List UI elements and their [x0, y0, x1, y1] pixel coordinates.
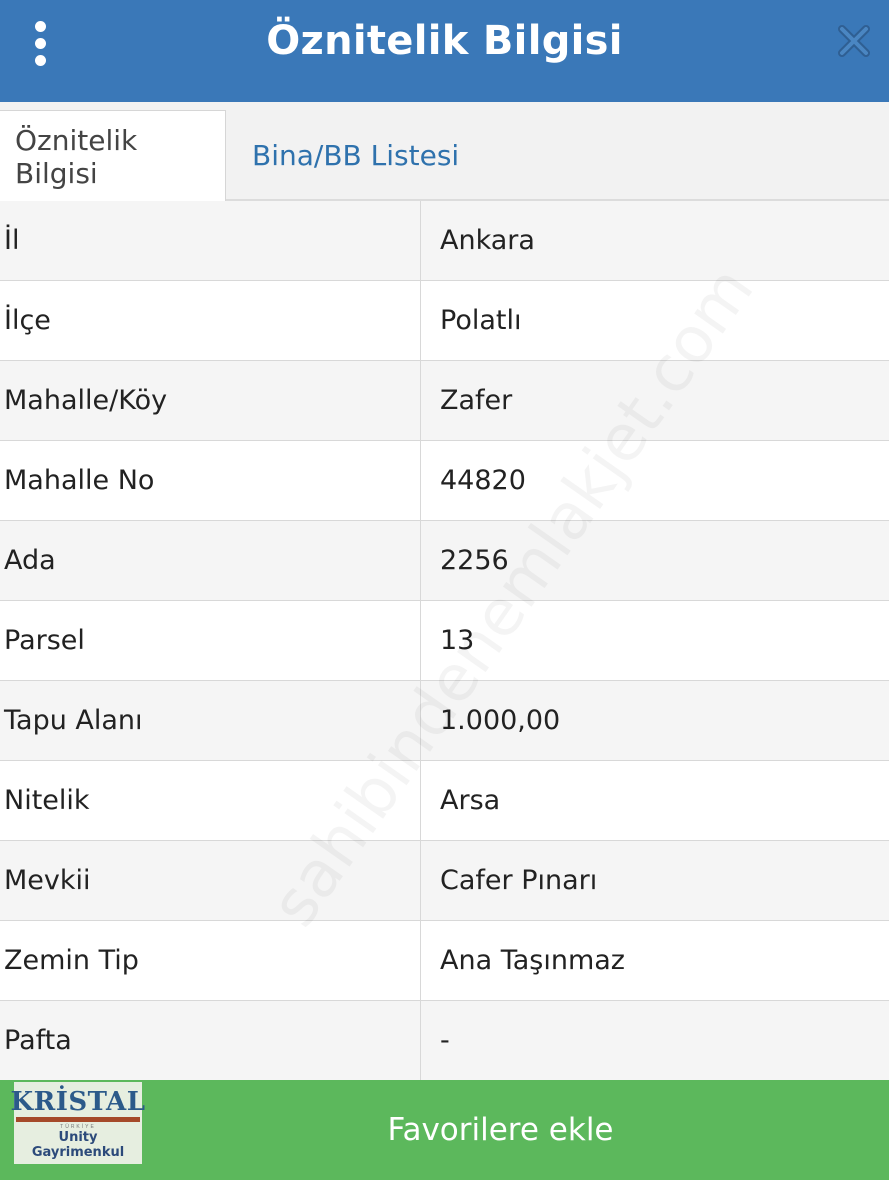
attribute-key: İlçe	[0, 281, 421, 360]
attribute-key: Mahalle No	[0, 441, 421, 520]
attribute-value: Arsa	[440, 785, 501, 816]
attribute-key: Ada	[0, 521, 421, 600]
attribute-key: Mevkii	[0, 841, 421, 920]
logo-brand: KRİSTAL	[10, 1087, 146, 1117]
tab-bina-bb-listesi[interactable]: Bina/BB Listesi	[252, 110, 459, 201]
app-header: Öznitelik Bilgisi	[0, 0, 889, 102]
attribute-key: Pafta	[0, 1001, 421, 1080]
tab-bar: Öznitelik Bilgisi Bina/BB Listesi	[0, 102, 889, 203]
attribute-value: Ana Taşınmaz	[440, 945, 625, 976]
attribute-key: Mahalle/Köy	[0, 361, 421, 440]
tab-oznitelik-bilgisi[interactable]: Öznitelik Bilgisi	[0, 110, 226, 203]
attribute-key: İl	[0, 201, 421, 280]
table-row: Mahalle No 44820	[0, 441, 889, 521]
attribute-key: Parsel	[0, 601, 421, 680]
add-to-favorites-button[interactable]: Favorilere ekle	[142, 1080, 889, 1180]
table-row: Mahalle/Köy Zafer	[0, 361, 889, 441]
attribute-value: 13	[440, 625, 475, 656]
table-row: Nitelik Arsa	[0, 761, 889, 841]
close-icon[interactable]	[835, 22, 873, 60]
attribute-value: Zafer	[440, 385, 513, 416]
attribute-key: Zemin Tip	[0, 921, 421, 1000]
attribute-key: Tapu Alanı	[0, 681, 421, 760]
attribute-table: İl Ankara İlçe Polatlı Mahalle/Köy Zafer…	[0, 201, 889, 1081]
table-row: İlçe Polatlı	[0, 281, 889, 361]
attribute-value: Cafer Pınarı	[440, 865, 598, 896]
kristal-logo: KRİSTAL TÜRKİYE Unity Gayrimenkul	[10, 1082, 145, 1164]
attribute-value: -	[440, 1025, 450, 1056]
table-row: İl Ankara	[0, 201, 889, 281]
logo-line1: Unity	[58, 1130, 98, 1145]
footer-bar: KRİSTAL TÜRKİYE Unity Gayrimenkul Favori…	[0, 1080, 889, 1180]
attribute-value: Polatlı	[440, 305, 522, 336]
logo-line2: Gayrimenkul	[31, 1145, 125, 1160]
table-row: Zemin Tip Ana Taşınmaz	[0, 921, 889, 1001]
attribute-value: 2256	[440, 545, 509, 576]
attribute-value: Ankara	[440, 225, 535, 256]
table-row: Mevkii Cafer Pınarı	[0, 841, 889, 921]
logo-divider	[16, 1117, 140, 1122]
table-row: Ada 2256	[0, 521, 889, 601]
attribute-value: 44820	[440, 465, 526, 496]
attribute-value: 1.000,00	[440, 705, 561, 736]
table-row: Pafta -	[0, 1001, 889, 1081]
page-title: Öznitelik Bilgisi	[266, 18, 623, 64]
table-row: Parsel 13	[0, 601, 889, 681]
table-row: Tapu Alanı 1.000,00	[0, 681, 889, 761]
attribute-key: Nitelik	[0, 761, 421, 840]
